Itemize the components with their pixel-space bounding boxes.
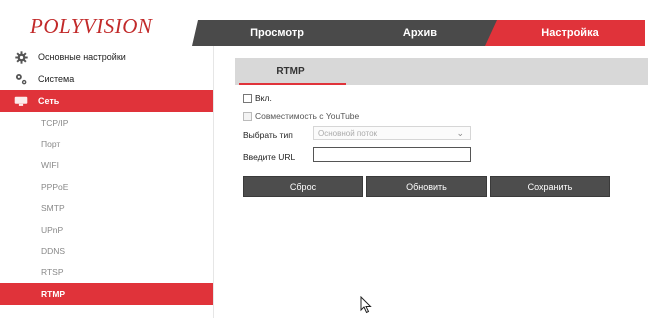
tab-rtmp[interactable]: RTMP <box>235 58 346 85</box>
url-input[interactable] <box>313 147 471 162</box>
app-root: POLYVISION Просмотр Архив Настройка Осно… <box>0 0 648 318</box>
sidebar-subitem-pppoe[interactable]: PPPoE <box>0 176 213 197</box>
sidebar-subitem-rtmp[interactable]: RTMP <box>0 283 213 305</box>
sidebar-subitem-rtsp[interactable]: RTSP <box>0 262 213 283</box>
tab-settings-label: Настройка <box>541 27 599 39</box>
sidebar-item-network[interactable]: Сеть <box>0 90 213 112</box>
url-row: Введите URL <box>243 150 295 164</box>
sidebar-subitem-upnp[interactable]: UPnP <box>0 219 213 240</box>
tab-view-label: Просмотр <box>250 27 304 39</box>
enable-label: Вкл. <box>255 93 272 103</box>
sidebar-subitem-port[interactable]: Порт <box>0 133 213 154</box>
stream-type-value: Основной поток <box>318 128 378 138</box>
mouse-cursor-icon <box>360 295 372 314</box>
tab-view[interactable]: Просмотр <box>192 20 358 46</box>
gear-icon <box>14 50 28 64</box>
chevron-down-icon: ⌄ <box>456 128 464 138</box>
sidebar-subitem-tcpip[interactable]: TCP/IP <box>0 112 213 133</box>
main-tabbar: Просмотр Архив Настройка <box>190 20 648 46</box>
sidebar-subitem-smtp[interactable]: SMTP <box>0 198 213 219</box>
brand-logo: POLYVISION <box>30 14 153 38</box>
content-tabbar: RTMP <box>235 58 648 85</box>
sidebar-item-label: Основные настройки <box>38 52 126 62</box>
tab-archive[interactable]: Архив <box>340 20 500 46</box>
youtube-checkbox[interactable] <box>243 111 252 121</box>
reset-button[interactable]: Сброс <box>243 176 363 197</box>
refresh-button[interactable]: Обновить <box>366 176 487 197</box>
youtube-row: Совместимость с YouTube <box>243 111 359 121</box>
sidebar-item-label: Система <box>38 74 75 84</box>
sidebar-item-label: Сеть <box>38 96 60 106</box>
sidebar-subitem-ddns[interactable]: DDNS <box>0 240 213 261</box>
sidebar-item-basic-settings[interactable]: Основные настройки <box>0 46 213 68</box>
enable-checkbox[interactable] <box>243 93 252 103</box>
network-icon <box>14 94 28 108</box>
url-label: Введите URL <box>243 152 296 162</box>
stream-type-select[interactable]: Основной поток ⌄ <box>313 126 471 140</box>
sidebar-item-system[interactable]: Система <box>0 68 213 90</box>
header-logo-area: POLYVISION <box>0 0 208 46</box>
tab-settings[interactable]: Настройка <box>485 20 645 46</box>
content-panel: RTMP <box>235 58 648 85</box>
tab-archive-label: Архив <box>402 27 438 39</box>
sidebar-subitem-wifi[interactable]: WIFI <box>0 155 213 176</box>
type-row: Выбрать тип <box>243 128 293 142</box>
type-label: Выбрать тип <box>243 130 293 140</box>
save-button[interactable]: Сохранить <box>490 176 610 197</box>
youtube-label: Совместимость с YouTube <box>255 111 360 121</box>
sidebar: Основные настройки Система Сеть TCP/IP П… <box>0 46 214 318</box>
gears-icon <box>14 72 28 86</box>
enable-row: Вкл. <box>243 93 272 103</box>
